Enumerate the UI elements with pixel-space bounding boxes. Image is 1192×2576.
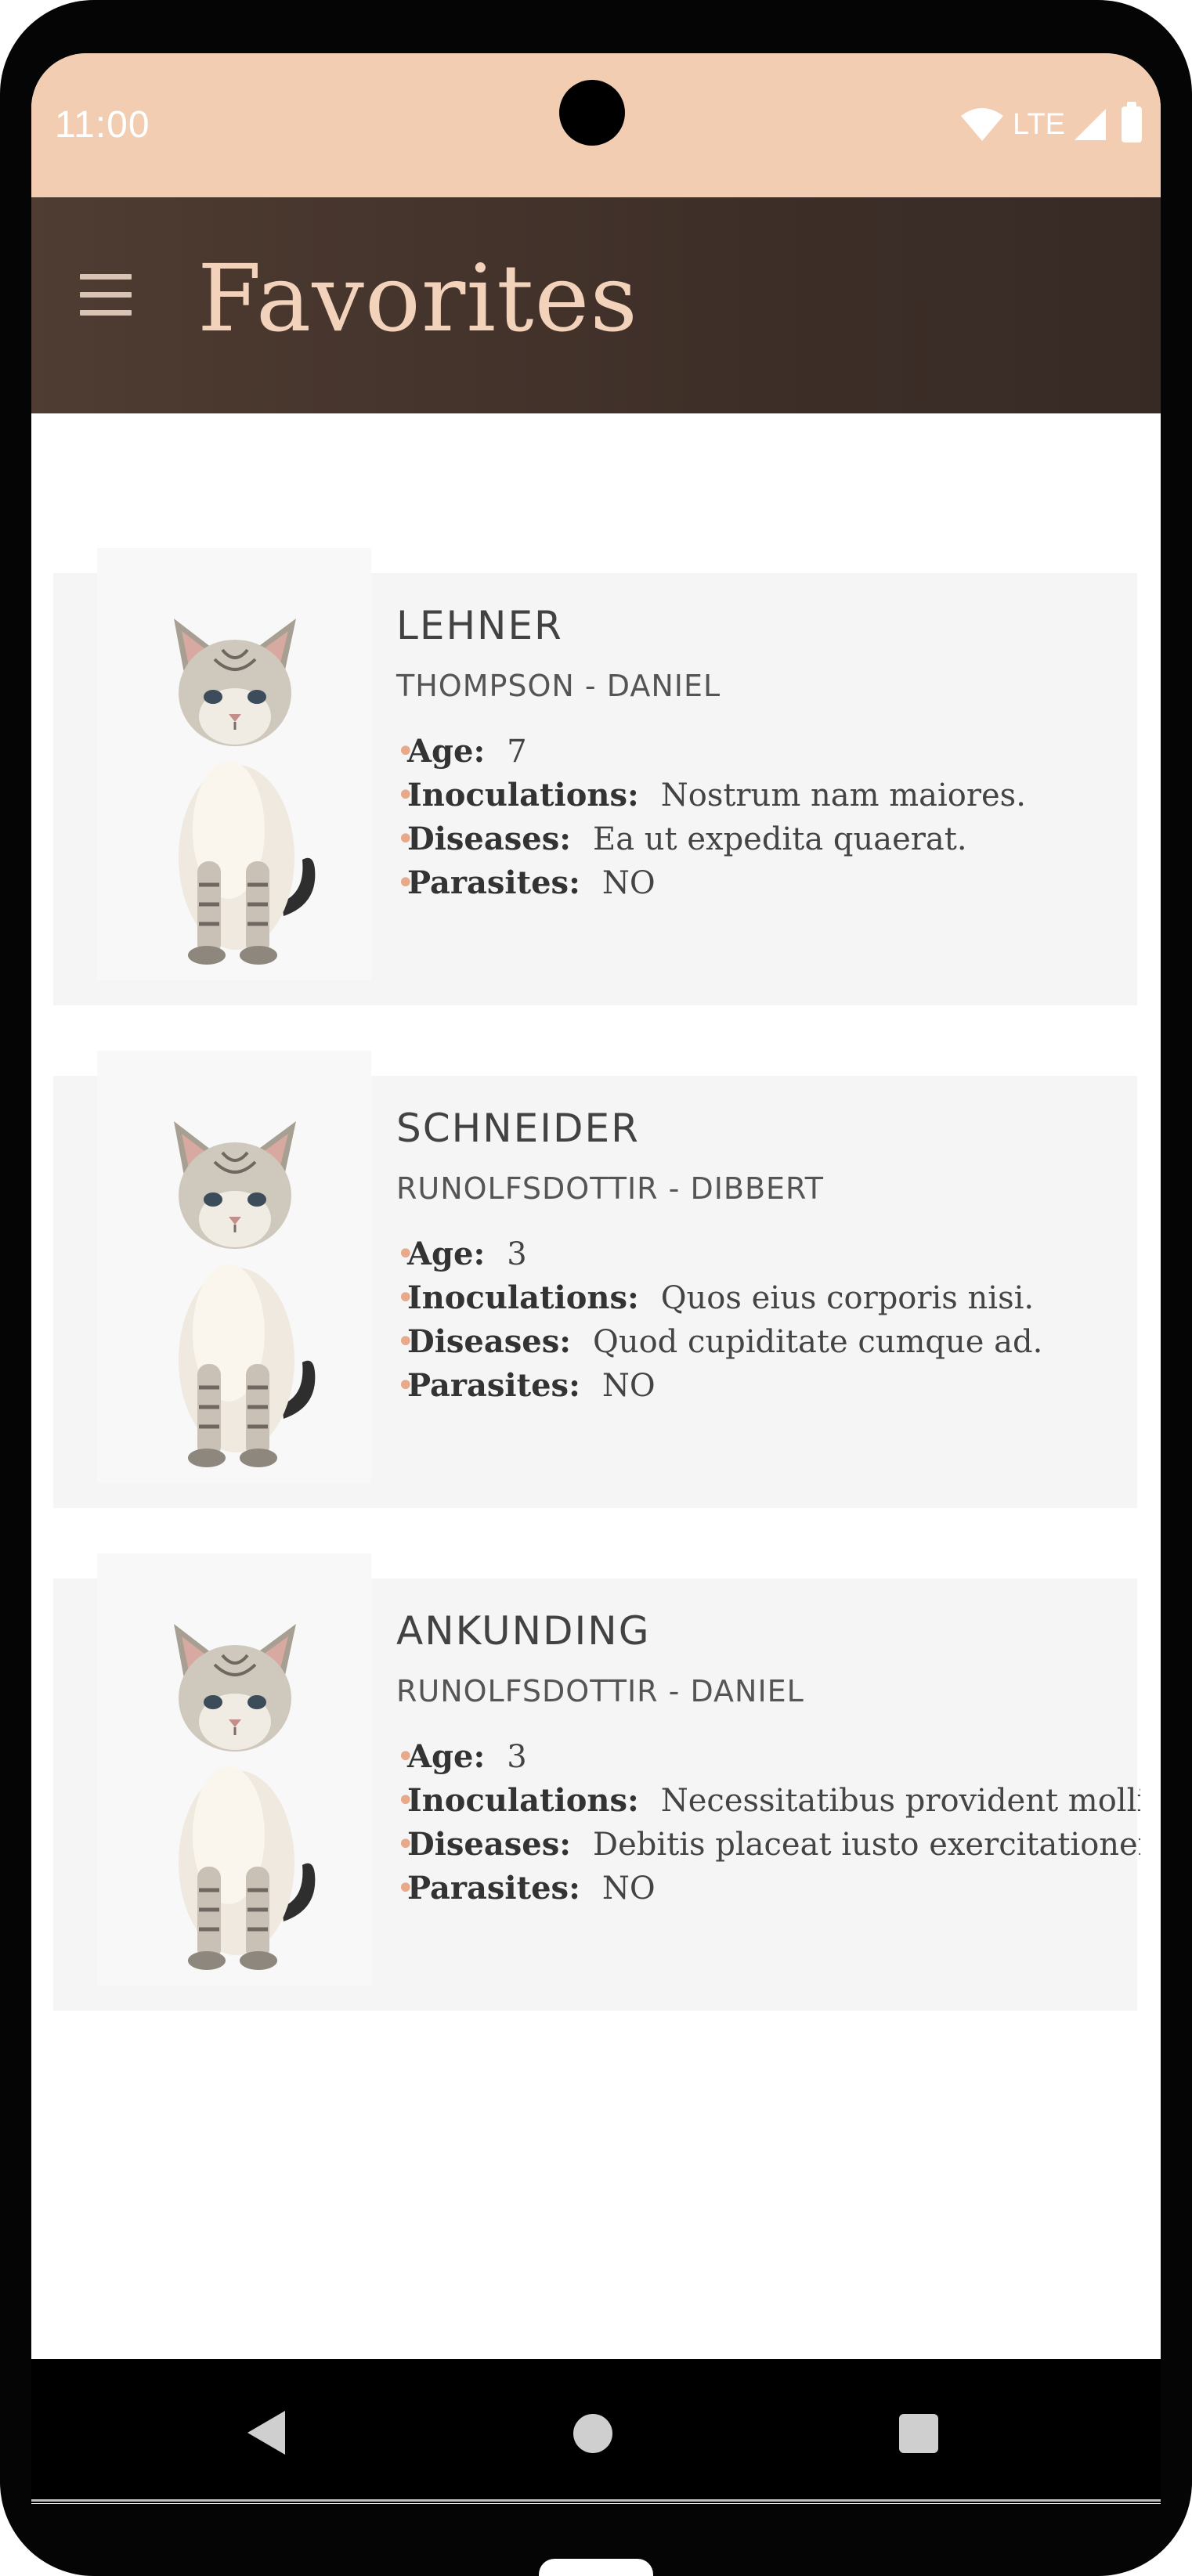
signal-icon — [1075, 109, 1106, 140]
recents-icon[interactable] — [899, 2414, 938, 2453]
detail-row: • Diseases: Ea ut expedita quaerat. — [396, 821, 1140, 864]
page-title: Favorites — [197, 244, 638, 352]
favorite-card[interactable]: SCHNEIDER RUNOLFSDOTTIR - DIBBERT • Age: 3… — [53, 1051, 1140, 1508]
cat-photo — [97, 1051, 371, 1483]
favorite-card[interactable]: LEHNER THOMPSON - DANIEL • Age: 7 • Inoculat… — [53, 548, 1140, 1005]
bullet-icon: • — [396, 1783, 415, 1819]
bullet-icon: • — [396, 1739, 415, 1775]
battery-icon — [1122, 102, 1142, 143]
status-time: 11:00 — [55, 104, 150, 146]
detail-row: • Inoculations: Nostrum nam maiores. — [396, 777, 1140, 821]
detail-value: Necessitatibus provident mollitia — [660, 1783, 1140, 1819]
detail-row: • Age: 3 — [396, 1236, 1140, 1279]
cat-photo — [97, 548, 371, 980]
card-name: SCHNEIDER — [396, 1106, 640, 1151]
bullet-icon: • — [396, 821, 415, 857]
device-chin — [539, 2559, 653, 2576]
cat-illustration — [174, 1624, 316, 1970]
detail-value: Ea ut expedita quaerat. — [593, 821, 967, 857]
detail-value: Quos eius corporis nisi. — [660, 1280, 1035, 1316]
detail-value: NO — [601, 1871, 656, 1907]
screen-edge — [31, 2499, 1161, 2502]
camera-cutout — [559, 80, 625, 146]
detail-row: • Parasites: NO — [396, 864, 1140, 908]
detail-label: Diseases: — [407, 1323, 572, 1360]
bullet-icon: • — [396, 1280, 415, 1316]
menu-icon[interactable] — [80, 274, 133, 318]
navigation-bar — [31, 2359, 1161, 2503]
bullet-icon: • — [396, 1871, 415, 1907]
detail-value: Nostrum nam maiores. — [660, 777, 1026, 814]
detail-value: 3 — [507, 1739, 527, 1775]
bullet-icon: • — [396, 777, 415, 814]
app-bar: Favorites — [31, 197, 1161, 413]
cat-illustration — [174, 619, 316, 965]
screen: 11:00 LTE Favorites LEHNER THOMPSON - DA… — [31, 53, 1161, 2504]
favorite-card[interactable]: ANKUNDING RUNOLFSDOTTIR - DANIEL • Age: 3 •… — [53, 1553, 1140, 2011]
detail-row: • Inoculations: Quos eius corporis nisi. — [396, 1279, 1140, 1323]
detail-value: Debitis placeat iusto exercitationem. — [593, 1827, 1140, 1863]
detail-label: Age: — [407, 1236, 486, 1272]
bullet-icon: • — [396, 1368, 415, 1404]
home-icon[interactable] — [573, 2414, 612, 2453]
card-subtitle: THOMPSON - DANIEL — [396, 669, 721, 703]
detail-label: Diseases: — [407, 1826, 572, 1863]
back-icon[interactable] — [243, 2408, 290, 2458]
detail-row: • Parasites: NO — [396, 1870, 1140, 1914]
bullet-icon: • — [396, 1324, 415, 1360]
card-details: • Age: 7 • Inoculations: Nostrum nam maiores.… — [396, 733, 1140, 908]
status-icons: LTE — [959, 102, 1142, 144]
detail-row: • Age: 3 — [396, 1738, 1140, 1782]
detail-label: Inoculations: — [407, 777, 639, 814]
detail-value: 7 — [507, 734, 527, 770]
bullet-icon: • — [396, 734, 415, 770]
bullet-icon: • — [396, 1236, 415, 1272]
detail-row: • Diseases: Quod cupiditate cumque ad. — [396, 1323, 1140, 1367]
card-details: • Age: 3 • Inoculations: Necessitatibus provi… — [396, 1738, 1140, 1914]
detail-value: NO — [601, 865, 656, 901]
detail-label: Age: — [407, 733, 486, 770]
detail-value: 3 — [507, 1236, 527, 1272]
detail-value: Quod cupiditate cumque ad. — [593, 1324, 1043, 1360]
detail-label: Diseases: — [407, 821, 572, 857]
detail-row: • Diseases: Debitis placeat iusto exercita… — [396, 1826, 1140, 1870]
card-name: ANKUNDING — [396, 1608, 651, 1654]
detail-row: • Inoculations: Necessitatibus provident m… — [396, 1782, 1140, 1826]
detail-label: Inoculations: — [407, 1782, 639, 1819]
status-bar: 11:00 LTE — [31, 53, 1161, 197]
detail-label: Parasites: — [407, 1870, 580, 1907]
card-subtitle: RUNOLFSDOTTIR - DANIEL — [396, 1674, 804, 1708]
card-subtitle: RUNOLFSDOTTIR - DIBBERT — [396, 1171, 824, 1206]
device-frame: 11:00 LTE Favorites LEHNER THOMPSON - DA… — [0, 0, 1192, 2576]
detail-label: Inoculations: — [407, 1279, 639, 1316]
detail-label: Parasites: — [407, 1367, 580, 1404]
card-name: LEHNER — [396, 603, 563, 648]
detail-row: • Parasites: NO — [396, 1367, 1140, 1411]
detail-label: Parasites: — [407, 864, 580, 901]
detail-label: Age: — [407, 1738, 486, 1775]
detail-row: • Age: 7 — [396, 733, 1140, 777]
detail-value: NO — [601, 1368, 656, 1404]
bullet-icon: • — [396, 1827, 415, 1863]
wifi-icon — [961, 108, 1004, 141]
cat-photo — [97, 1553, 371, 1986]
network-type-label: LTE — [1013, 107, 1065, 141]
bullet-icon: • — [396, 865, 415, 901]
card-details: • Age: 3 • Inoculations: Quos eius corporis n… — [396, 1236, 1140, 1411]
cat-illustration — [174, 1121, 316, 1467]
